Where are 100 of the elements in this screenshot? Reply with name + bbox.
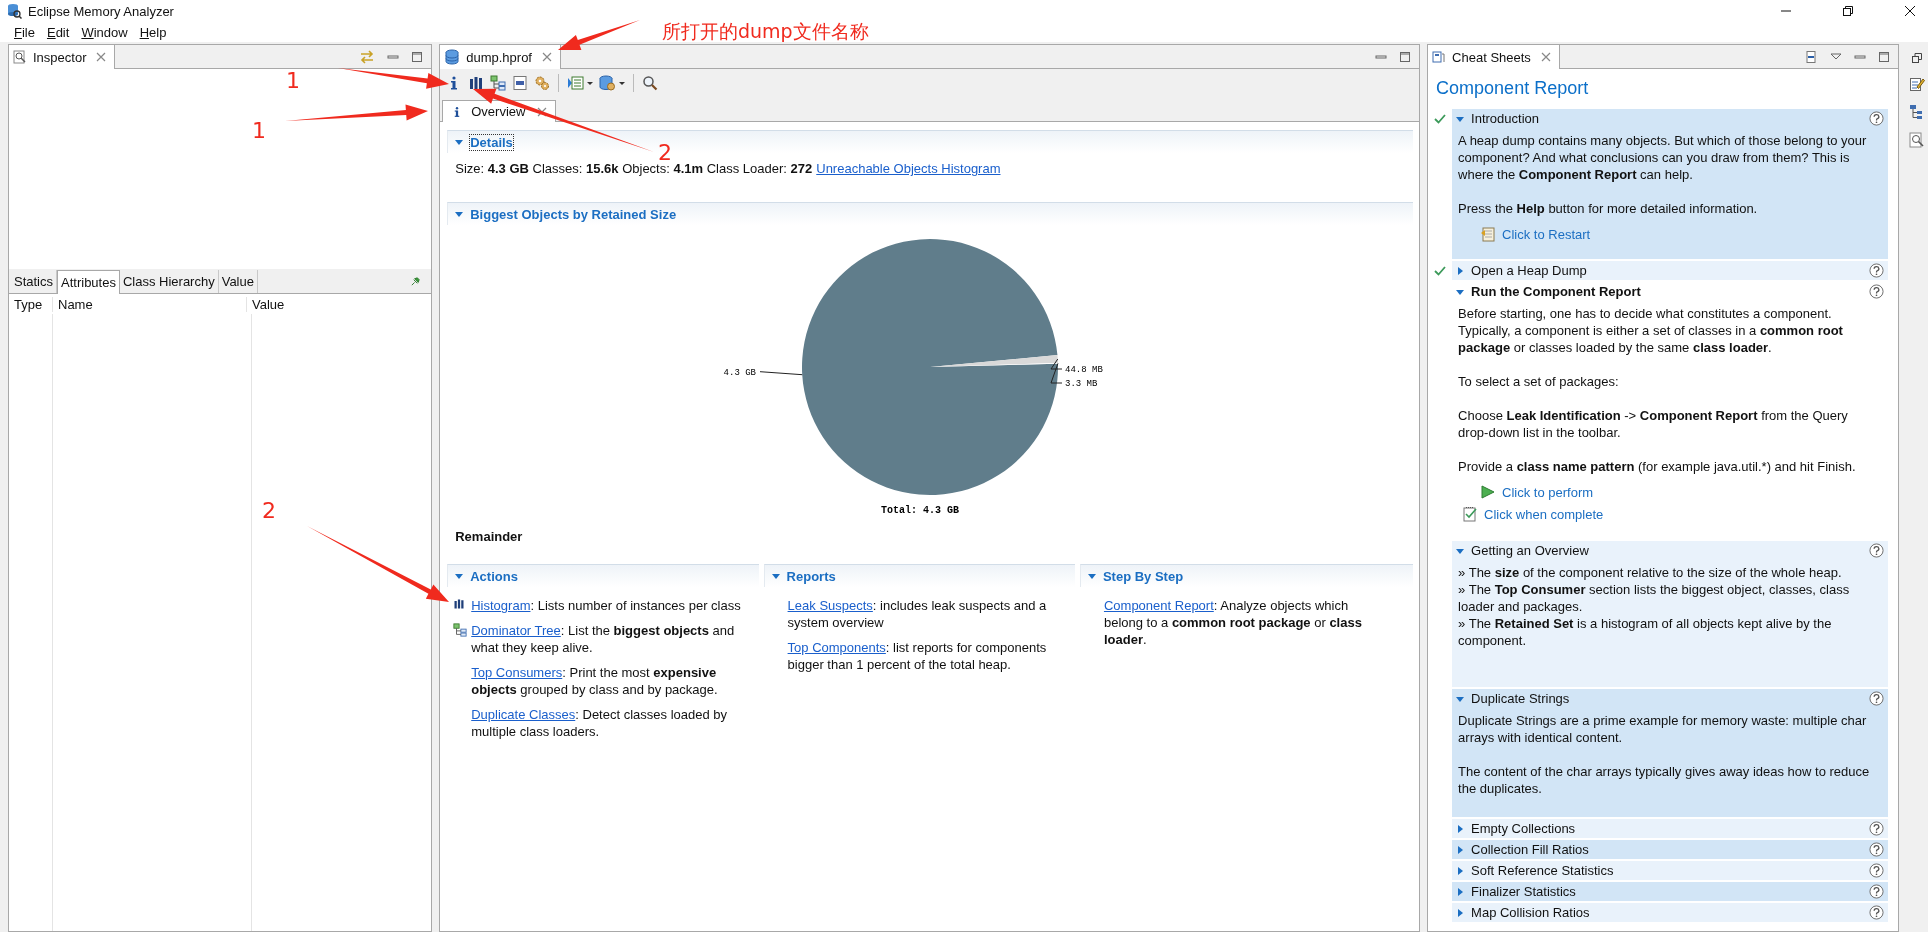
- step-title[interactable]: Collection Fill Ratios: [1471, 842, 1589, 857]
- action-link[interactable]: Leak Suspects: [787, 598, 873, 613]
- step-title[interactable]: Getting an Overview: [1471, 543, 1589, 558]
- overview-tab[interactable]: Overview: [442, 100, 557, 122]
- help-icon[interactable]: [1869, 691, 1885, 706]
- action-description: Top Consumers: Print the most expensive objects grouped by class and by package.: [471, 664, 719, 698]
- action-description: Duplicate Classes: Detect classes loaded by multiple class loaders.: [471, 706, 728, 740]
- help-icon[interactable]: [1869, 905, 1885, 920]
- menu-item[interactable]: File: [14, 24, 35, 40]
- notepad-icon: [1432, 50, 1447, 64]
- details-summary: Size: 4.3 GB Classes: 15.6k Objects: 4.1m Class Loader: 272: [455, 161, 813, 176]
- step-paragraph: Choose Leak Identification -> Component Report from the Query drop-down list in the toolbar.: [1458, 407, 1849, 441]
- collapse-icon: [454, 137, 465, 147]
- slice-label: 3.3 MB: [1065, 379, 1098, 389]
- step-title[interactable]: Run the Component Report: [1471, 284, 1641, 299]
- step-paragraph: To select a set of packages:: [1458, 373, 1620, 390]
- collapse-icon: [770, 571, 781, 581]
- histogram-icon: [453, 598, 466, 610]
- tree-icon[interactable]: [490, 75, 507, 91]
- database-gear-icon[interactable]: [599, 75, 626, 91]
- action-description: Top Components: list reports for components bigger than 1 percent of the total heap.: [787, 639, 1048, 673]
- restore-icon[interactable]: [1911, 52, 1924, 64]
- bullet-line: » The Top Consumer section lists the biggest object, classes, class loader and packages.: [1458, 581, 1851, 615]
- maximize-icon[interactable]: [411, 50, 424, 63]
- action-link[interactable]: Component Report: [1103, 598, 1214, 613]
- close-icon[interactable]: [1904, 5, 1916, 17]
- step-paragraph: A heap dump contains many objects. But which of those belong to your component? And what conclusions can you draw from them? This is where the Component Report can help.: [1458, 132, 1868, 183]
- step-title[interactable]: Soft Reference Statistics: [1471, 863, 1614, 878]
- leader-line: [759, 371, 803, 376]
- action-description: Dominator Tree: List the biggest objects and what they keep alive.: [471, 622, 736, 656]
- help-icon[interactable]: [1869, 884, 1885, 899]
- step-title[interactable]: Open a Heap Dump: [1471, 263, 1587, 278]
- step-title[interactable]: Introduction: [1471, 111, 1539, 126]
- database-icon: [444, 49, 461, 65]
- section-header[interactable]: Step By Step: [1079, 564, 1414, 587]
- remainder-label: Remainder: [454, 528, 524, 544]
- menu-item[interactable]: Help: [139, 24, 167, 40]
- histogram-icon[interactable]: [468, 75, 485, 91]
- magnifier-icon[interactable]: [1909, 132, 1926, 148]
- action-link[interactable]: Dominator Tree: [471, 623, 561, 638]
- gears-icon[interactable]: [534, 75, 551, 91]
- help-icon[interactable]: [1869, 543, 1885, 558]
- menu-item[interactable]: Edit: [46, 24, 70, 40]
- help-icon[interactable]: [1869, 821, 1885, 836]
- window-title: Eclipse Memory Analyzer: [28, 3, 174, 19]
- maximize-icon[interactable]: [1878, 50, 1891, 63]
- maximize-icon[interactable]: [1399, 50, 1412, 63]
- collapse-icon: [454, 571, 465, 581]
- pie-slice[interactable]: [802, 239, 1059, 495]
- annotation-label: 1: [286, 70, 300, 92]
- step-title[interactable]: Empty Collections: [1471, 821, 1576, 836]
- cheat-sheets-tab[interactable]: Cheat Sheets: [1428, 45, 1560, 69]
- histogram-link[interactable]: Unreachable Objects Histogram: [816, 161, 1001, 176]
- report-dropdown-icon[interactable]: [567, 75, 594, 91]
- pin-icon[interactable]: [410, 276, 422, 287]
- play-icon: [1480, 484, 1497, 500]
- action-description: Component Report: Analyze objects which belong to a common root package or class loader.: [1103, 597, 1363, 648]
- tree-icon: [453, 623, 468, 637]
- annotation-label: 2: [262, 500, 276, 522]
- column-header[interactable]: Name: [53, 296, 247, 312]
- magnifier-icon: [13, 50, 27, 64]
- collapse-icon: [454, 209, 465, 219]
- slice-label: 44.8 MB: [1065, 365, 1103, 375]
- edit-note-icon[interactable]: [1909, 76, 1926, 92]
- collapse-icon: [1086, 571, 1097, 581]
- help-icon[interactable]: [1869, 863, 1885, 878]
- inspector-subtab[interactable]: Value: [218, 270, 258, 293]
- step-link[interactable]: Click to perform: [1502, 483, 1594, 501]
- annotation-label: 1: [252, 120, 266, 142]
- app-icon: [6, 3, 22, 19]
- help-icon[interactable]: [1869, 284, 1885, 299]
- column-header[interactable]: Type: [9, 296, 53, 312]
- step-link[interactable]: Click when complete: [1484, 505, 1604, 523]
- section-header[interactable]: Actions: [447, 564, 759, 587]
- inspector-tab[interactable]: Inspector: [9, 45, 116, 69]
- section-header[interactable]: Reports: [763, 564, 1075, 587]
- collapse-all-icon[interactable]: [1804, 49, 1819, 64]
- restore-icon[interactable]: [1842, 5, 1854, 17]
- step-paragraph: The content of the char arrays typically gives away ideas how to reduce the duplicates.: [1458, 763, 1871, 797]
- section-header[interactable]: Biggest Objects by Retained Size: [447, 202, 1414, 225]
- step-title[interactable]: Finalizer Statistics: [1471, 884, 1576, 899]
- step-paragraph: Press the Help button for more detailed information.: [1458, 200, 1759, 217]
- step-link[interactable]: Click to Restart: [1502, 225, 1591, 243]
- chart-title: Total: 4.3 GB: [881, 505, 960, 516]
- inspector-subtab[interactable]: Class Hierarchy: [119, 270, 219, 293]
- step-title[interactable]: Map Collision Ratios: [1471, 905, 1590, 920]
- column-header[interactable]: Value: [247, 296, 432, 312]
- bullet-line: » The size of the component relative to the size of the whole heap.: [1458, 564, 1843, 581]
- menu-item[interactable]: Window: [81, 24, 128, 40]
- inspector-subtab[interactable]: Attributes: [57, 270, 120, 294]
- help-icon[interactable]: [1869, 842, 1885, 857]
- help-icon[interactable]: [1869, 263, 1885, 278]
- search-icon[interactable]: [642, 75, 659, 91]
- action-link[interactable]: Top Components: [787, 640, 886, 655]
- bullet-line: » The Retained Set is a histogram of all objects kept alive by the component.: [1458, 615, 1833, 649]
- help-icon[interactable]: [1869, 111, 1885, 126]
- step-paragraph: Before starting, one has to decide what constitutes a component. Typically, a component is either a set of classes in a common root package or classes loaded by the same class loader.: [1458, 305, 1844, 356]
- action-description: Leak Suspects: includes leak suspects and a system overview: [787, 597, 1048, 631]
- step-title[interactable]: Duplicate Strings: [1471, 691, 1570, 706]
- editor-tab[interactable]: dump.hprof: [440, 45, 561, 69]
